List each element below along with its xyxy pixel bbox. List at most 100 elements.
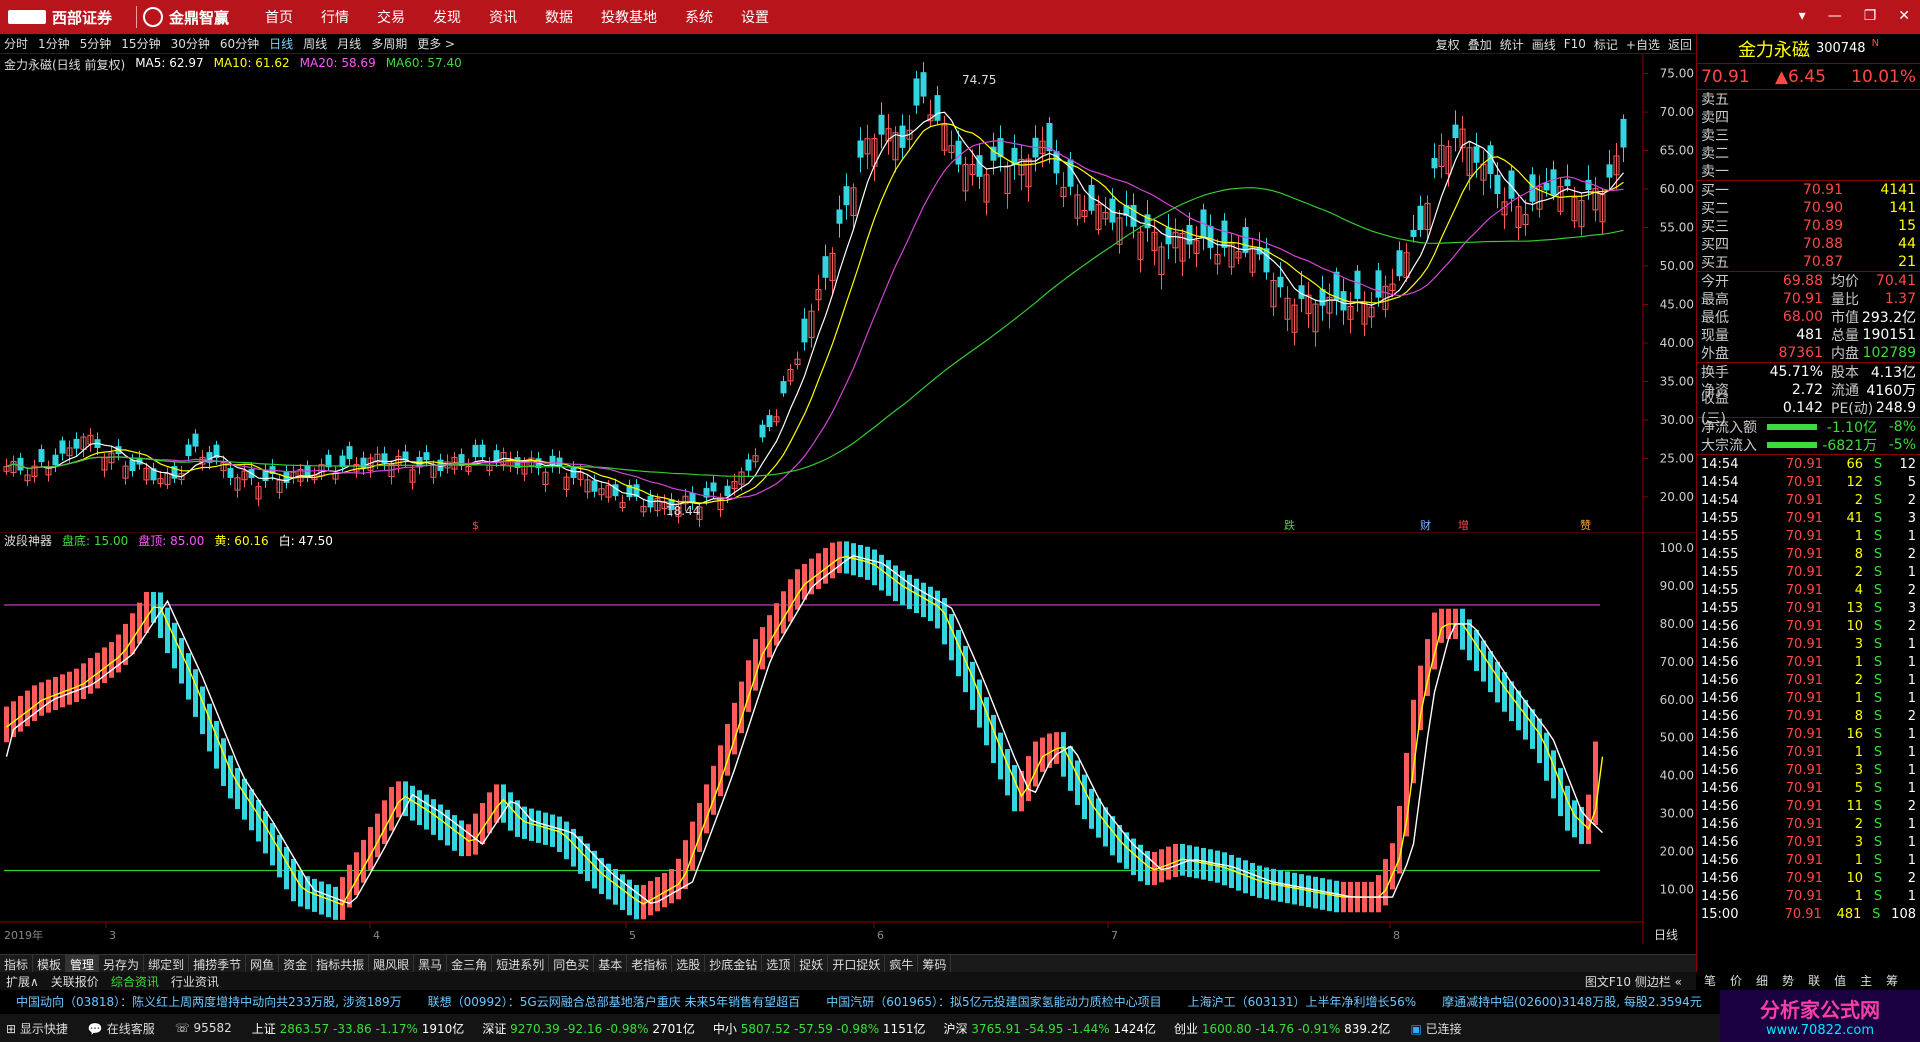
indicator-tab[interactable]: 黑马: [414, 955, 448, 972]
period-daily[interactable]: 日线: [269, 35, 293, 52]
event-marker-dollar[interactable]: $: [472, 519, 479, 532]
event-marker-praise[interactable]: 赞: [1580, 519, 1591, 532]
tool-draw[interactable]: 画线: [1532, 36, 1556, 53]
indicator-tab[interactable]: 网鱼: [246, 955, 280, 972]
ask-row[interactable]: 卖一: [1697, 162, 1920, 180]
menu-quotes[interactable]: 行情: [321, 7, 349, 27]
close-icon[interactable]: ✕: [1898, 8, 1910, 24]
restore-icon[interactable]: ❐: [1864, 8, 1877, 24]
tool-back[interactable]: 返回: [1668, 36, 1692, 53]
indicator-tab[interactable]: 飓风眼: [369, 955, 415, 972]
indicator-tab[interactable]: 模板: [33, 955, 67, 972]
indicator-tab[interactable]: 筹码: [918, 955, 952, 972]
indicator-title[interactable]: 波段神器: [4, 532, 52, 549]
menu-settings[interactable]: 设置: [741, 7, 769, 27]
menu-data[interactable]: 数据: [545, 7, 573, 27]
indicator-tab[interactable]: 指标: [0, 955, 34, 972]
index-quote[interactable]: 中小 5807.52 -57.59 -0.98% 1151亿: [713, 1020, 926, 1037]
quote-tab[interactable]: 主: [1860, 972, 1872, 990]
indicator-tab[interactable]: 选顶: [762, 955, 796, 972]
online-service-button[interactable]: 💬 在线客服: [88, 1020, 155, 1037]
indicator-tab[interactable]: 选股: [672, 955, 706, 972]
menu-discover[interactable]: 发现: [433, 7, 461, 27]
indicator-tab[interactable]: 金三角: [447, 955, 493, 972]
index-quote[interactable]: 深证 9270.39 -92.16 -0.98% 2701亿: [482, 1020, 695, 1037]
indicator-tab[interactable]: 疯牛: [885, 955, 919, 972]
period-monthly[interactable]: 月线: [337, 35, 361, 52]
bid-row[interactable]: 买一 70.91 4141: [1697, 181, 1920, 199]
bid-row[interactable]: 买二 70.90 141: [1697, 199, 1920, 217]
indicator-tab[interactable]: 另存为: [99, 955, 145, 972]
period-weekly[interactable]: 周线: [303, 35, 327, 52]
indicator-tab[interactable]: 资金: [279, 955, 313, 972]
quote-tab[interactable]: 势: [1782, 972, 1794, 990]
period-60min[interactable]: 60分钟: [220, 35, 259, 52]
event-marker-fall[interactable]: 跌: [1284, 518, 1295, 532]
quote-tab[interactable]: 联: [1808, 972, 1820, 990]
ask-row[interactable]: 卖二: [1697, 144, 1920, 162]
indicator-tab[interactable]: 基本: [594, 955, 628, 972]
period-5min[interactable]: 5分钟: [80, 35, 112, 52]
ask-row[interactable]: 卖五: [1697, 90, 1920, 108]
minimize-icon[interactable]: —: [1828, 8, 1842, 24]
ask-row[interactable]: 卖四: [1697, 108, 1920, 126]
tab-f10-sidebar[interactable]: 图文F10 侧边栏 «: [1579, 972, 1688, 990]
news-item[interactable]: 上海沪工（603131）上半年净利增长56%: [1188, 993, 1416, 1010]
tool-stats[interactable]: 统计: [1500, 36, 1524, 53]
index-quote[interactable]: 沪深 3765.91 -54.95 -1.44% 1424亿: [943, 1020, 1156, 1037]
candlestick-chart[interactable]: 75.00 70.00 65.00 60.00 55.00 50.00 45.00 40.00…: [0, 54, 1696, 532]
tool-add-watch[interactable]: +自选: [1626, 36, 1660, 53]
menu-education[interactable]: 投教基地: [601, 7, 657, 27]
tool-f10[interactable]: F10: [1564, 37, 1586, 51]
indicator-chart[interactable]: 100.0 90.00 80.00 70.00 60.00 50.00 40.00 30.00…: [0, 532, 1696, 944]
quick-display-button[interactable]: ⊞ 显示快捷: [6, 1020, 68, 1037]
tab-expand[interactable]: 扩展∧: [0, 972, 45, 990]
bid-row[interactable]: 买三 70.89 15: [1697, 217, 1920, 235]
quote-tab[interactable]: 值: [1834, 972, 1846, 990]
indicator-tab[interactable]: 绑定到: [144, 955, 190, 972]
quote-tab[interactable]: 笔: [1704, 972, 1716, 990]
quote-tab[interactable]: 细: [1756, 972, 1768, 990]
event-marker-finance[interactable]: 财: [1420, 518, 1431, 532]
menu-trade[interactable]: 交易: [377, 7, 405, 27]
news-item[interactable]: 中国动向（03818）：陈义红上周两度增持中动向共233万股, 涉资189万: [16, 993, 402, 1010]
ask-row[interactable]: 卖三: [1697, 126, 1920, 144]
indicator-tab[interactable]: 抄底金钻: [705, 955, 763, 972]
indicator-tab[interactable]: 管理: [66, 955, 100, 972]
menu-news[interactable]: 资讯: [489, 7, 517, 27]
quote-tab[interactable]: 价: [1730, 972, 1742, 990]
news-item[interactable]: 中国汽研（601965）：拟5亿元投建国家氢能动力质检中心项目: [826, 993, 1161, 1010]
indicator-tab[interactable]: 同色买: [549, 955, 595, 972]
bid-row[interactable]: 买五 70.87 21: [1697, 253, 1920, 271]
period-1min[interactable]: 1分钟: [38, 35, 70, 52]
indicator-tab[interactable]: 捉妖: [795, 955, 829, 972]
indicator-tab[interactable]: 捕捞季节: [189, 955, 247, 972]
menu-home[interactable]: 首页: [265, 7, 293, 27]
tool-mark[interactable]: 标记: [1594, 36, 1618, 53]
indicator-tab[interactable]: 指标共振: [312, 955, 370, 972]
tab-related-quotes[interactable]: 关联报价: [45, 972, 105, 990]
period-more[interactable]: 更多 >: [417, 35, 455, 52]
hotline[interactable]: ☏ 95582: [175, 1021, 232, 1035]
indicator-tab[interactable]: 老指标: [627, 955, 673, 972]
news-item[interactable]: 联想（00992）：5G云网融合总部基地落户重庆 未来5年销售有望超百: [428, 993, 801, 1010]
news-item[interactable]: 摩通减持中铝(02600)3148万股, 每股2.3594元: [1442, 993, 1702, 1010]
period-timeshare[interactable]: 分时: [4, 35, 28, 52]
index-quote[interactable]: 上证 2863.57 -33.86 -1.17% 1910亿: [252, 1020, 465, 1037]
menu-system[interactable]: 系统: [685, 7, 713, 27]
tool-overlay[interactable]: 叠加: [1468, 36, 1492, 53]
indicator-tab[interactable]: 短进系列: [492, 955, 550, 972]
bid-row[interactable]: 买四 70.88 44: [1697, 235, 1920, 253]
tab-industry-news[interactable]: 行业资讯: [165, 972, 225, 990]
event-marker-increase[interactable]: 增: [1458, 518, 1469, 532]
period-30min[interactable]: 30分钟: [171, 35, 210, 52]
indicator-tab[interactable]: 开口捉妖: [828, 955, 886, 972]
dropdown-icon[interactable]: ▾: [1799, 8, 1806, 24]
period-multi[interactable]: 多周期: [371, 35, 407, 52]
tool-adjust[interactable]: 复权: [1436, 36, 1460, 53]
tab-general-news[interactable]: 综合资讯: [105, 972, 165, 990]
tick-list[interactable]: 14:54 70.91 66 S 12 14:54 70.91 12 S 5 14:54 70.91 2…: [1697, 455, 1920, 923]
quote-tab[interactable]: 筹: [1886, 972, 1898, 990]
index-quote[interactable]: 创业 1600.80 -14.76 -0.91% 839.2亿: [1174, 1020, 1390, 1037]
period-15min[interactable]: 15分钟: [121, 35, 160, 52]
